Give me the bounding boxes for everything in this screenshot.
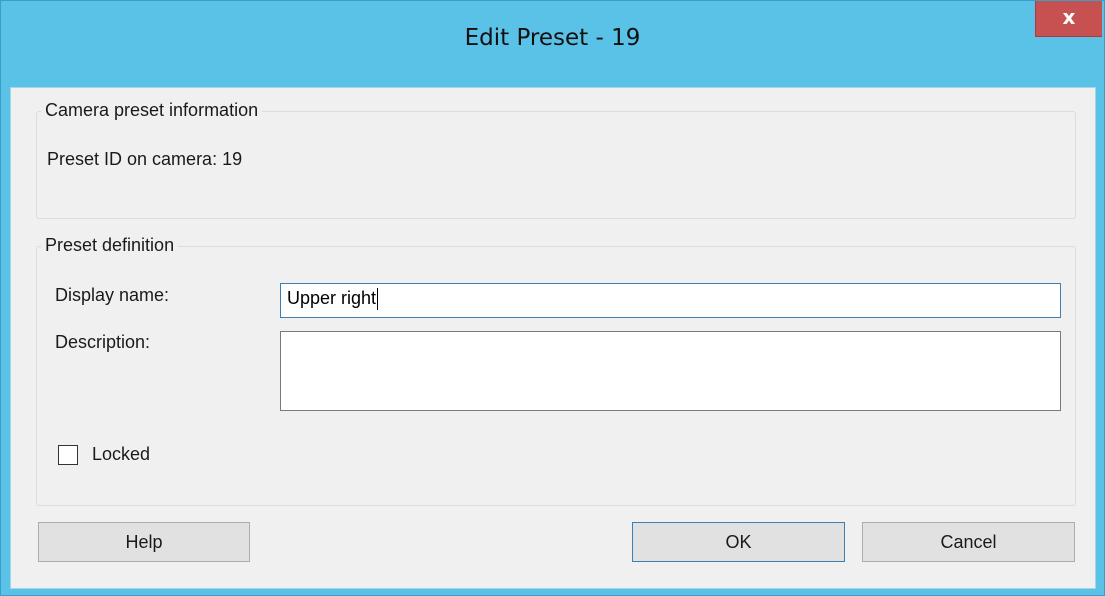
dialog-body: Camera preset information Preset ID on c… [10, 87, 1096, 589]
locked-label: Locked [92, 444, 151, 464]
locked-checkbox[interactable] [58, 445, 78, 465]
cancel-button[interactable]: Cancel [862, 522, 1075, 562]
preset-id-text: Preset ID on camera: 19 [47, 149, 243, 169]
window-title: Edit Preset - 19 [464, 25, 641, 51]
display-name-value: Upper right [287, 288, 377, 308]
display-name-input[interactable]: Upper right [280, 283, 1061, 318]
title-bar[interactable]: Edit Preset - 19 x [1, 1, 1104, 87]
close-icon[interactable]: x [1035, 1, 1102, 37]
description-label: Description: [55, 332, 151, 352]
preset-definition-legend: Preset definition [41, 235, 179, 256]
description-input[interactable] [280, 331, 1061, 411]
ok-button[interactable]: OK [632, 522, 845, 562]
text-caret [377, 288, 379, 311]
display-name-label: Display name: [55, 285, 170, 305]
edit-preset-dialog: Edit Preset - 19 x Camera preset informa… [0, 0, 1105, 596]
help-button[interactable]: Help [38, 522, 250, 562]
camera-preset-info-legend: Camera preset information [41, 100, 263, 121]
